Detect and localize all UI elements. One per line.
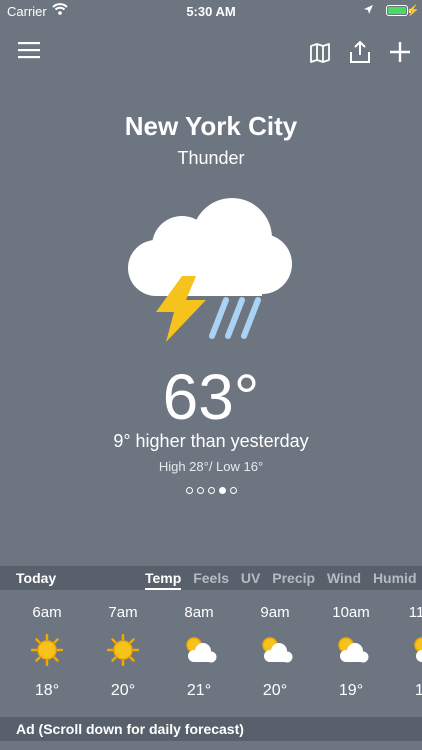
hourly-header: Today Temp Feels UV Precip Wind Humid bbox=[0, 566, 422, 590]
page-dot-active[interactable] bbox=[218, 487, 226, 494]
condition-label: Thunder bbox=[177, 148, 245, 168]
hour-temp: 20° bbox=[262, 682, 288, 699]
sun-icon bbox=[107, 634, 139, 666]
tab-feels[interactable]: Feels bbox=[193, 570, 229, 588]
metric-tabs: Temp Feels UV Precip Wind Humid bbox=[145, 570, 422, 590]
hour-temp: 20° bbox=[110, 682, 136, 699]
status-bar: Carrier 5:30 AM ⚡ bbox=[0, 0, 422, 22]
page-indicator[interactable] bbox=[0, 487, 422, 494]
temperature-comparison: 9° higher than yesterday bbox=[113, 431, 309, 451]
current-temperature: 63° bbox=[162, 361, 260, 433]
share-icon[interactable] bbox=[349, 40, 371, 64]
ad-label: Ad (Scroll down for daily forecast) bbox=[16, 721, 244, 737]
partly-cloudy-icon bbox=[414, 637, 422, 662]
partly-cloudy-icon bbox=[262, 637, 293, 663]
hour-temp: 18° bbox=[34, 682, 60, 699]
tab-uv[interactable]: UV bbox=[241, 570, 260, 588]
battery-icon bbox=[386, 5, 408, 16]
hour-time: 10am bbox=[332, 604, 370, 621]
tab-humid[interactable]: Humid bbox=[373, 570, 417, 588]
ad-banner[interactable]: Ad (Scroll down for daily forecast) bbox=[0, 717, 422, 741]
charging-icon: ⚡ bbox=[406, 5, 420, 17]
today-label: Today bbox=[16, 570, 57, 586]
location-arrow-icon bbox=[364, 5, 373, 14]
city-name: New York City bbox=[124, 111, 298, 141]
menu-icon[interactable] bbox=[18, 40, 40, 60]
hour-temp: 21° bbox=[186, 682, 212, 699]
hour-time: 7am bbox=[108, 604, 138, 621]
hour-temp: 19° bbox=[338, 682, 364, 699]
page-dot[interactable] bbox=[185, 487, 193, 494]
hourly-forecast[interactable]: 6am 18° 7am 20° 8am 21° 9am 20° 10am 19°… bbox=[0, 592, 422, 712]
status-time: 5:30 AM bbox=[186, 4, 236, 19]
page-dot[interactable] bbox=[207, 487, 215, 494]
tab-precip[interactable]: Precip bbox=[272, 570, 315, 588]
page-dot[interactable] bbox=[229, 487, 237, 494]
tab-wind[interactable]: Wind bbox=[327, 570, 361, 588]
hour-time: 6am bbox=[32, 604, 62, 621]
hour-time: 11am bbox=[408, 604, 422, 621]
map-icon[interactable] bbox=[309, 42, 331, 64]
tab-temp[interactable]: Temp bbox=[145, 570, 182, 590]
hour-temp: 19° bbox=[414, 682, 422, 699]
thunder-icon bbox=[128, 198, 292, 342]
hour-time: 9am bbox=[260, 604, 290, 621]
high-low: High 28°/ Low 16° bbox=[158, 459, 264, 474]
sun-icon bbox=[31, 634, 63, 666]
partly-cloudy-icon bbox=[186, 637, 217, 663]
hour-time: 8am bbox=[184, 604, 214, 621]
add-icon[interactable] bbox=[389, 41, 411, 63]
partly-cloudy-icon bbox=[338, 637, 369, 663]
page-dot[interactable] bbox=[196, 487, 204, 494]
